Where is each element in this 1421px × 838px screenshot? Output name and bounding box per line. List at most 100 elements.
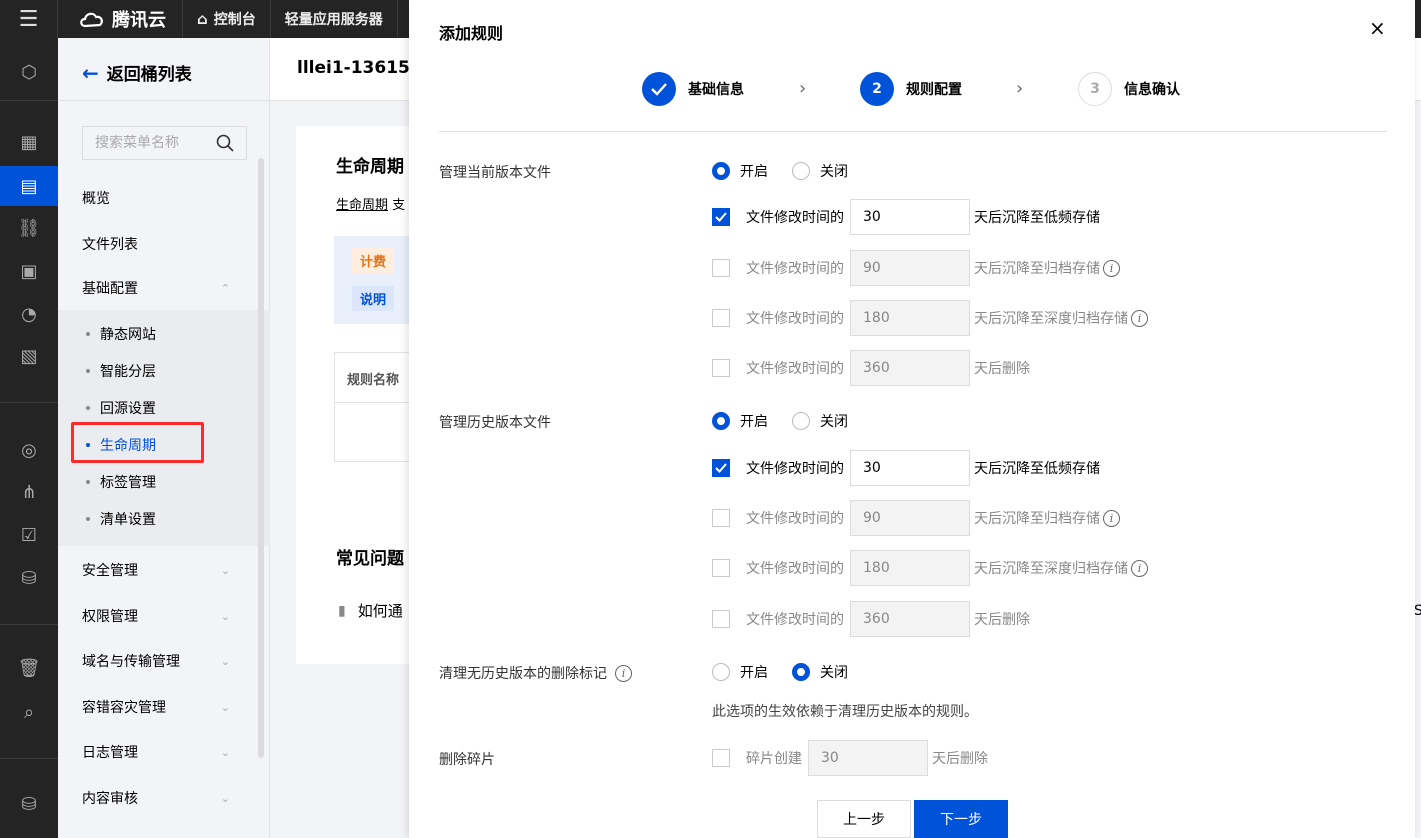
rule-suffix: 天后删除 [974,361,1030,377]
settings-db-icon[interactable]: ⛁ [0,784,58,824]
sidebar-group-security[interactable]: 安全管理 ⌄ [58,547,270,593]
chevron-down-icon: ⌄ [220,791,230,805]
delete-marker-hint: 此选项的生效依赖于清理历史版本的规则。 [712,704,978,720]
grid-icon[interactable]: ▦ [0,122,58,162]
checkbox[interactable] [712,749,730,767]
sidebar-scrollbar[interactable] [258,158,264,758]
rail-divider [0,402,58,403]
sidebar-item-file-list[interactable]: 文件列表 [82,234,138,254]
faq-item[interactable]: ▮ 如何通 [338,600,403,621]
zoom-icon[interactable]: ⌕ [0,692,58,732]
back-label: 返回桶列表 [106,65,192,85]
rail-divider [0,758,58,759]
sidebar-group-content-moderation[interactable]: 内容审核 ⌄ [58,775,270,821]
product-link[interactable]: 轻量应用服务器 [271,0,398,38]
target-icon[interactable]: ◎ [0,430,58,470]
days-input[interactable]: 30 [850,199,970,235]
days-input[interactable]: 90 [850,250,970,286]
days-input[interactable]: 180 [850,550,970,586]
current-off-radio[interactable] [792,162,810,180]
item-label: 智能分层 [100,364,156,380]
trash-icon[interactable]: 🗑 [0,648,58,688]
check-square-icon[interactable]: ☑ [0,515,58,555]
checkbox[interactable] [712,259,730,277]
info-icon[interactable]: i [615,664,632,682]
document-icon: ▮ [338,602,346,619]
sidebar-item-origin-settings[interactable]: 回源设置 [86,398,156,418]
menu-search-input[interactable] [95,135,213,151]
link-icon[interactable]: ⛓ [0,208,58,248]
checkbox[interactable] [712,359,730,377]
console-link[interactable]: ⌂ 控制台 [183,0,271,38]
sidebar-item-intelligent-tiering[interactable]: 智能分层 [86,361,156,381]
rule-prefix: 文件修改时间的 [746,361,844,377]
checkbox[interactable] [712,309,730,327]
days-input[interactable]: 30 [808,740,928,776]
lifecycle-description: 生命周期 支 [336,194,405,213]
back-to-bucket-list[interactable]: ← 返回桶列表 [82,60,192,86]
history-on-radio[interactable] [712,412,730,430]
sidebar-group-disaster-recovery[interactable]: 容错容灾管理 ⌄ [58,684,270,730]
checkbox[interactable] [712,459,730,477]
rule-suffix: 天后沉降至深度归档存储 [974,561,1128,577]
rule-prefix: 文件修改时间的 [746,461,844,477]
sidebar-group-basic-config[interactable]: 基础配置 ⌃ [58,265,270,311]
delete-marker-text: 清理无历史版本的删除标记 [439,666,607,682]
chevron-right-icon: › [799,78,807,99]
current-version-label: 管理当前版本文件 [439,165,551,181]
cube-icon[interactable]: ⬡ [0,52,58,92]
history-rule-infrequent: 文件修改时间的 30 天后沉降至低频存储 [712,450,1100,486]
bullet [86,517,90,521]
info-icon[interactable]: i [1131,309,1148,327]
chevron-down-icon: ⌄ [220,700,230,714]
sidebar-group-permissions[interactable]: 权限管理 ⌄ [58,593,270,639]
item-label: 清单设置 [100,512,156,528]
sidebar-group-domain-transfer[interactable]: 域名与传输管理 ⌄ [58,638,270,684]
calendar-icon[interactable]: ▣ [0,251,58,291]
current-rule-infrequent: 文件修改时间的 30 天后沉降至低频存储 [712,199,1100,235]
tree-icon[interactable]: ⋔ [0,472,58,512]
sidebar-item-static-website[interactable]: 静态网站 [86,324,156,344]
previous-step-button[interactable]: 上一步 [817,800,911,838]
checkbox[interactable] [712,559,730,577]
lifecycle-doc-link[interactable]: 生命周期 [336,198,388,213]
report-icon[interactable]: ▧ [0,336,58,376]
sidebar-item-tag-management[interactable]: 标签管理 [86,472,156,492]
menu-icon[interactable]: ☰ [0,0,58,38]
brand-logo[interactable]: 腾讯云 [58,0,183,38]
current-rule-delete: 文件修改时间的 360 天后删除 [712,350,1030,386]
days-input[interactable]: 360 [850,350,970,386]
days-input[interactable]: 360 [850,601,970,637]
rule-suffix: 天后沉降至归档存储 [974,511,1100,527]
database-icon[interactable]: ⛁ [0,558,58,598]
pie-chart-icon[interactable]: ◔ [0,294,58,334]
current-on-radio[interactable] [712,162,730,180]
close-icon[interactable]: × [1369,16,1386,40]
bullet [86,332,90,336]
step-rule-config: 2 规则配置 [860,72,962,106]
info-icon[interactable]: i [1131,559,1148,577]
days-input[interactable]: 180 [850,300,970,336]
info-icon[interactable]: i [1103,509,1120,527]
sidebar-group-logs[interactable]: 日志管理 ⌄ [58,729,270,775]
days-input[interactable]: 30 [850,450,970,486]
chevron-down-icon: ⌄ [220,609,230,623]
sidebar-item-overview[interactable]: 概览 [82,188,110,208]
radio-label: 开启 [740,414,768,430]
storage-icon[interactable]: ▤ [0,166,58,206]
next-step-button[interactable]: 下一步 [914,800,1008,838]
item-label: 标签管理 [100,475,156,491]
history-off-radio[interactable] [792,412,810,430]
checkbox[interactable] [712,610,730,628]
days-input[interactable]: 90 [850,500,970,536]
delete-marker-on-radio[interactable] [712,663,730,681]
sidebar-item-inventory-settings[interactable]: 清单设置 [86,509,156,529]
menu-search [82,126,247,160]
checkbox[interactable] [712,509,730,527]
rule-prefix: 文件修改时间的 [746,511,844,527]
current-rule-archive: 文件修改时间的 90 天后沉降至归档存储 i [712,250,1120,286]
info-icon[interactable]: i [1103,259,1120,277]
checkbox[interactable] [712,208,730,226]
delete-marker-off-radio[interactable] [792,663,810,681]
search-icon[interactable] [216,134,234,152]
